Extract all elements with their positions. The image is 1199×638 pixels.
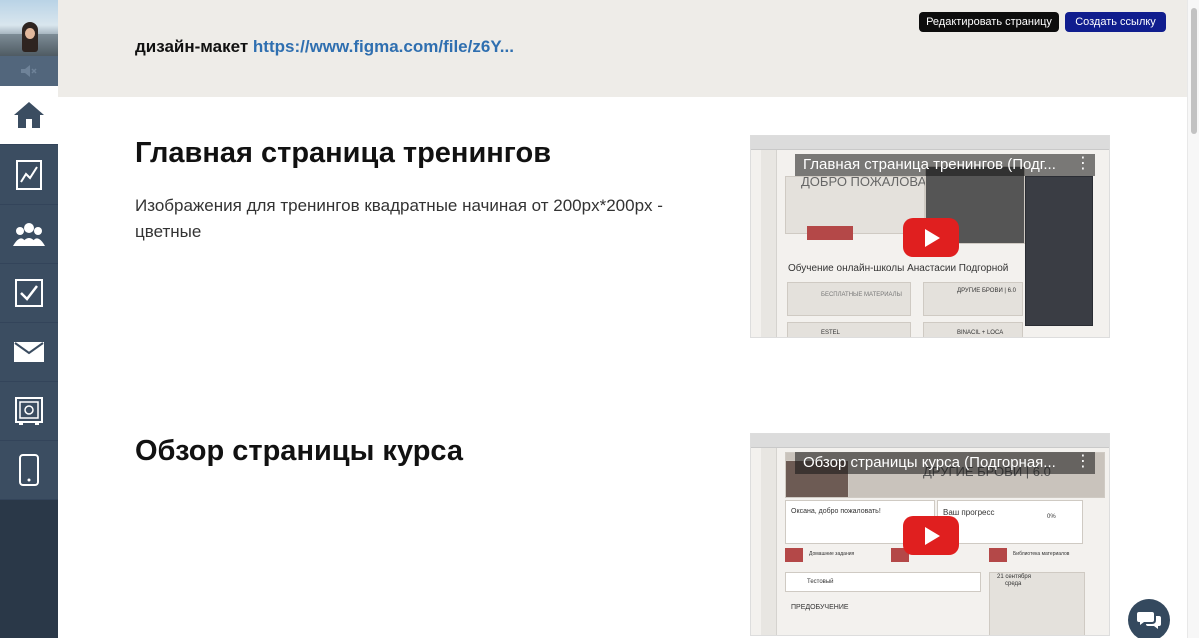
scrollbar-thumb[interactable] [1191, 8, 1197, 134]
mute-toggle[interactable] [0, 56, 58, 86]
browser-bar [751, 434, 1109, 448]
mock-card-label: BINACIL + LOCA [957, 330, 1004, 336]
mock-section-label: ПРЕДОБУЧЕНИЕ [791, 604, 849, 611]
sidebar-item-safe[interactable] [0, 382, 58, 441]
section-title: Главная страница тренингов [135, 137, 552, 169]
video-title[interactable]: Обзор страницы курса (Подгорная... [795, 452, 1095, 474]
sidebar [0, 0, 58, 638]
mock-tile-label: Домашние задания [809, 551, 855, 557]
sidebar-item-users[interactable] [0, 205, 58, 264]
figma-link[interactable]: https://www.figma.com/file/z6Y... [253, 37, 514, 56]
users-icon [13, 223, 45, 246]
mock-greeting: Оксана, добро пожаловать! [791, 508, 881, 515]
mock-sidebar [761, 448, 777, 635]
sidebar-item-tasks[interactable] [0, 264, 58, 323]
mock-card-label: БЕСПЛАТНЫЕ МАТЕРИАЛЫ [821, 292, 902, 298]
chat-button[interactable] [1128, 599, 1170, 638]
sidebar-item-home[interactable] [0, 86, 58, 145]
volume-mute-icon [21, 65, 37, 77]
play-button[interactable] [903, 218, 959, 257]
mock-sidebar [761, 150, 777, 337]
video-title[interactable]: Главная страница тренингов (Подг... [795, 154, 1095, 176]
more-options-icon[interactable]: ⋮ [1075, 156, 1091, 172]
mock-tile-icon [785, 548, 803, 562]
more-options-icon[interactable]: ⋮ [1075, 454, 1091, 470]
browser-bar [751, 136, 1109, 150]
checkbox-icon [15, 279, 43, 307]
mock-search-label: Тестовый [807, 579, 834, 585]
sidebar-item-mail[interactable] [0, 323, 58, 382]
play-button[interactable] [903, 516, 959, 555]
edit-page-button[interactable]: Редактировать страницу [919, 12, 1059, 32]
sidebar-item-analytics[interactable] [0, 146, 58, 205]
mock-tile-icon [989, 548, 1007, 562]
chat-icon [1137, 612, 1161, 629]
mock-card [787, 322, 911, 337]
mail-icon [14, 342, 44, 362]
mock-card-label: ESTEL [821, 330, 841, 336]
mock-calendar [989, 572, 1085, 635]
design-label: дизайн-макет [135, 37, 249, 56]
design-mockup-line: дизайн-макет https://www.figma.com/file/… [135, 37, 514, 57]
video-player[interactable]: ДОБРО ПОЖАЛОВАТЬ Обучение онлайн-школы А… [750, 135, 1110, 338]
create-link-button[interactable]: Создать ссылку [1065, 12, 1166, 32]
mock-heading: ДОБРО ПОЖАЛОВАТЬ [801, 174, 942, 189]
section-title: Обзор страницы курса [135, 435, 464, 467]
chart-icon [16, 160, 42, 190]
avatar-face [25, 28, 35, 39]
sidebar-footer [0, 500, 58, 638]
mock-calendar-date: 21 сентября [997, 574, 1031, 580]
mock-card [787, 282, 911, 316]
mock-progress-value: 0% [1047, 514, 1056, 520]
page-scrollbar[interactable] [1187, 0, 1199, 638]
mock-tile-label: Библиотека материалов [1013, 551, 1070, 557]
mobile-icon [19, 454, 39, 486]
video-player[interactable]: ДРУГИЕ БРОВИ | 6.0 Оксана, добро пожалов… [750, 433, 1110, 636]
section-description: Изображения для тренингов квадратные нач… [135, 196, 663, 241]
mock-button [807, 226, 853, 240]
safe-icon [15, 397, 43, 425]
avatar[interactable] [0, 0, 58, 56]
mock-subheading: Обучение онлайн-школы Анастасии Подгорно… [788, 263, 1009, 274]
home-icon [14, 102, 44, 128]
mock-panel [1025, 176, 1093, 326]
sidebar-item-mobile[interactable] [0, 441, 58, 500]
mock-calendar-day: среда [1005, 581, 1022, 587]
mock-card-label: ДРУГИЕ БРОВИ | 6.0 [957, 288, 1016, 294]
